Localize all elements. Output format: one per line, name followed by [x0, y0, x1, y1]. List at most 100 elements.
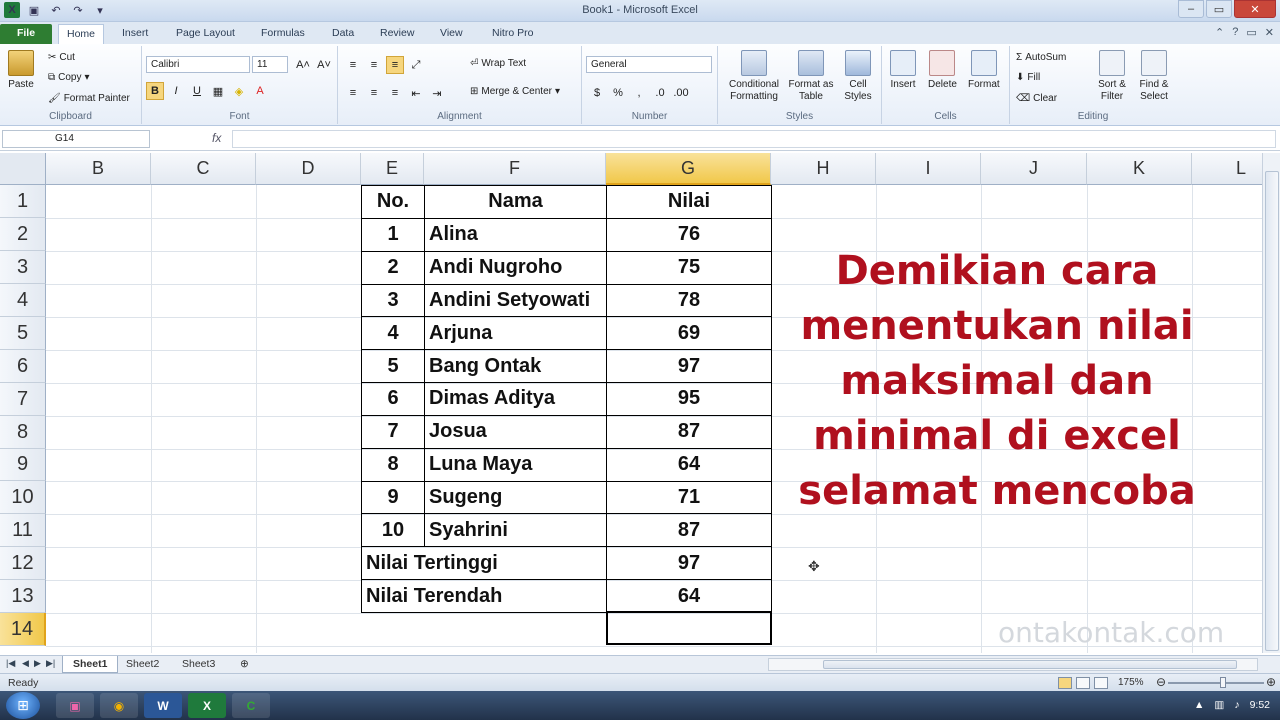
page-layout-view-icon[interactable] — [1076, 677, 1090, 689]
align-right-icon[interactable]: ≡ — [386, 84, 404, 102]
column-header-c[interactable]: C — [151, 153, 256, 185]
cell-nilai[interactable]: 76 — [606, 217, 772, 252]
row-header-8[interactable]: 8 — [0, 416, 46, 449]
underline-button[interactable]: U — [188, 82, 206, 100]
cell-nilai[interactable]: 75 — [606, 250, 772, 285]
delete-button[interactable]: Delete — [928, 50, 957, 90]
tab-insert[interactable]: Insert — [114, 24, 156, 44]
cell-nilai[interactable]: 87 — [606, 513, 772, 548]
last-sheet-icon[interactable]: ▶| — [46, 658, 55, 669]
taskbar-app-icon[interactable]: ▣ — [56, 693, 94, 718]
clear-button[interactable]: ⌫ Clear — [1016, 93, 1057, 104]
formula-input[interactable] — [232, 130, 1276, 148]
column-header-g[interactable]: G — [606, 153, 771, 185]
header-no[interactable]: No. — [361, 185, 425, 219]
cell-no[interactable]: 6 — [361, 382, 425, 416]
tab-data[interactable]: Data — [324, 24, 362, 44]
prev-sheet-icon[interactable]: ◀ — [22, 658, 29, 669]
header-nilai[interactable]: Nilai — [606, 185, 772, 219]
tab-nitro-pro[interactable]: Nitro Pro — [484, 24, 541, 44]
restore-workbook-icon[interactable]: ▭ — [1246, 26, 1256, 39]
align-center-icon[interactable]: ≡ — [365, 84, 383, 102]
row-header-5[interactable]: 5 — [0, 317, 46, 350]
format-painter-button[interactable]: 🖌 Format Painter — [48, 93, 130, 104]
tab-review[interactable]: Review — [372, 24, 422, 44]
percent-button[interactable]: % — [609, 84, 627, 102]
sheet-tab-sheet3[interactable]: Sheet3 — [172, 656, 225, 673]
tray-arrow-icon[interactable]: ▲ — [1194, 699, 1204, 711]
paste-button[interactable]: Paste — [8, 50, 34, 90]
close-icon[interactable]: ✕ — [1234, 0, 1276, 18]
font-name-select[interactable]: Calibri — [146, 56, 250, 73]
row-header-10[interactable]: 10 — [0, 481, 46, 514]
cell-nama[interactable]: Dimas Aditya — [424, 382, 607, 416]
column-header-f[interactable]: F — [424, 153, 606, 185]
row-header-1[interactable]: 1 — [0, 185, 46, 218]
conditional-formatting-button[interactable]: Conditional Formatting — [724, 50, 784, 103]
cell-nama[interactable]: Arjuna — [424, 316, 607, 351]
select-all-corner[interactable] — [0, 153, 46, 185]
tab-formulas[interactable]: Formulas — [253, 24, 313, 44]
row-header-14[interactable]: 14 — [0, 613, 46, 646]
camtasia-icon[interactable]: C — [232, 693, 270, 718]
italic-button[interactable]: I — [167, 82, 185, 100]
page-break-view-icon[interactable] — [1094, 677, 1108, 689]
vertical-scrollbar[interactable] — [1262, 153, 1280, 653]
first-sheet-icon[interactable]: |◀ — [6, 658, 15, 669]
align-top-icon[interactable]: ≡ — [344, 56, 362, 74]
sort-filter-button[interactable]: Sort & Filter — [1094, 50, 1130, 103]
column-header-l[interactable]: L — [1192, 153, 1262, 185]
row-header-9[interactable]: 9 — [0, 449, 46, 481]
cell-nama[interactable]: Luna Maya — [424, 447, 607, 482]
insert-sheet-icon[interactable]: ⊕ — [230, 656, 259, 673]
column-header-b[interactable]: B — [46, 153, 151, 185]
normal-view-icon[interactable] — [1058, 677, 1072, 689]
zoom-slider[interactable] — [1168, 682, 1264, 684]
max-label[interactable]: Nilai Tertinggi — [361, 546, 607, 581]
cell-nilai[interactable]: 64 — [606, 447, 772, 482]
cell-nilai[interactable]: 71 — [606, 480, 772, 515]
next-sheet-icon[interactable]: ▶ — [34, 658, 41, 669]
bold-button[interactable]: B — [146, 82, 164, 100]
zoom-level[interactable]: 175% — [1118, 677, 1144, 688]
cell-no[interactable]: 10 — [361, 513, 425, 548]
row-header-13[interactable]: 13 — [0, 580, 46, 613]
zoom-in-icon[interactable]: ⊕ — [1266, 675, 1276, 689]
cell-nilai[interactable]: 69 — [606, 316, 772, 351]
horizontal-scroll-thumb[interactable] — [823, 660, 1237, 669]
row-header-2[interactable]: 2 — [0, 218, 46, 251]
cell-no[interactable]: 4 — [361, 316, 425, 351]
cell-nama[interactable]: Syahrini — [424, 513, 607, 548]
cell-nama[interactable]: Andini Setyowati — [424, 283, 607, 318]
comma-button[interactable]: , — [630, 84, 648, 102]
grow-font-icon[interactable]: A˄ — [294, 56, 312, 74]
sheet-tab-sheet1[interactable]: Sheet1 — [62, 656, 119, 673]
cell-nama[interactable]: Andi Nugroho — [424, 250, 607, 285]
fill-button[interactable]: ⬇ Fill — [1016, 72, 1040, 83]
word-icon[interactable]: W — [144, 693, 182, 718]
close-workbook-icon[interactable]: ✕ — [1265, 26, 1274, 39]
header-nama[interactable]: Nama — [424, 185, 607, 219]
active-cell-g14[interactable] — [606, 611, 772, 645]
max-value[interactable]: 97 — [606, 546, 772, 581]
clock[interactable]: 9:52 — [1250, 699, 1270, 711]
column-header-e[interactable]: E — [361, 153, 424, 185]
start-button-icon[interactable]: ⊞ — [6, 692, 40, 719]
format-as-table-button[interactable]: Format as Table — [788, 50, 834, 103]
cell-nama[interactable]: Bang Ontak — [424, 349, 607, 384]
row-header-11[interactable]: 11 — [0, 514, 46, 547]
cell-styles-button[interactable]: Cell Styles — [838, 50, 878, 103]
column-header-d[interactable]: D — [256, 153, 361, 185]
font-size-select[interactable]: 11 — [252, 56, 288, 73]
cell-no[interactable]: 5 — [361, 349, 425, 384]
find-select-button[interactable]: Find & Select — [1134, 50, 1174, 103]
fill-color-icon[interactable]: ◈ — [230, 82, 248, 100]
align-middle-icon[interactable]: ≡ — [365, 56, 383, 74]
chrome-icon[interactable]: ◉ — [100, 693, 138, 718]
name-box[interactable]: G14 — [2, 130, 150, 148]
zoom-out-icon[interactable]: ⊖ — [1156, 675, 1166, 689]
merge-center-button[interactable]: ⊞ Merge & Center ▾ — [470, 86, 560, 97]
format-button[interactable]: Format — [968, 50, 1000, 90]
column-header-i[interactable]: I — [876, 153, 981, 185]
row-header-12[interactable]: 12 — [0, 547, 46, 580]
